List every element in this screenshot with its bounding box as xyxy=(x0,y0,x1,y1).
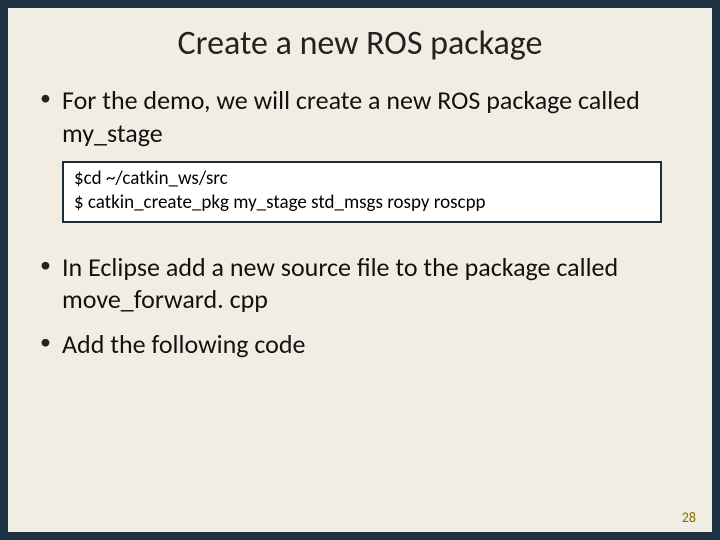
bullet-list: For the demo, we will create a new ROS p… xyxy=(38,84,682,149)
bullet-item: For the demo, we will create a new ROS p… xyxy=(38,84,682,149)
code-block: $cd ~/catkin_ws/src $ catkin_create_pkg … xyxy=(62,161,662,223)
page-number: 28 xyxy=(682,509,696,526)
slide: Create a new ROS package For the demo, w… xyxy=(8,8,712,532)
bullet-item: Add the following code xyxy=(38,328,682,361)
slide-title: Create a new ROS package xyxy=(38,23,682,64)
code-line: $cd ~/catkin_ws/src xyxy=(74,167,650,191)
bullet-list: In Eclipse add a new source file to the … xyxy=(38,251,682,361)
bullet-item: In Eclipse add a new source file to the … xyxy=(38,251,682,316)
code-line: $ catkin_create_pkg my_stage std_msgs ro… xyxy=(74,191,650,215)
